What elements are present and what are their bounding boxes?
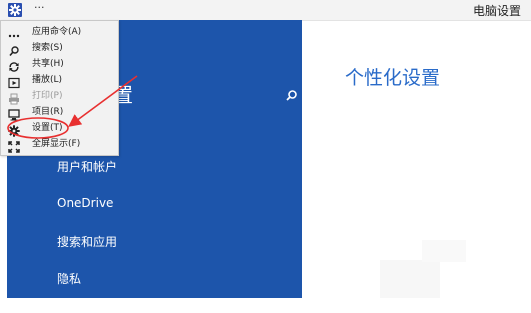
- menu-item-project[interactable]: 项目(R): [1, 104, 118, 121]
- share-icon: [8, 58, 20, 72]
- menu-item-app-commands[interactable]: 应用命令(A): [1, 24, 118, 40]
- menu-item-play[interactable]: 播放(L): [1, 72, 118, 89]
- app-commands-menu: 应用命令(A) 搜索(S) 共享(H) 播放(L) 打印(P) 项目(R) 设置…: [0, 20, 119, 156]
- page-heading: 个性化设置: [345, 67, 441, 89]
- fullscreen-icon: [8, 138, 20, 153]
- menu-item-label: 应用命令(A): [32, 27, 82, 37]
- nav-item-onedrive[interactable]: OneDrive: [57, 196, 113, 210]
- title-bar: ··· 电脑设置: [0, 0, 531, 21]
- menu-item-label: 设置(T): [32, 123, 63, 133]
- menu-item-share[interactable]: 共享(H): [1, 56, 118, 72]
- menu-item-label: 全屏显示(F): [32, 139, 81, 149]
- gear-icon: [8, 122, 20, 137]
- faded-content: [422, 240, 466, 262]
- window-title: 电脑设置: [472, 4, 521, 18]
- menu-item-search[interactable]: 搜索(S): [1, 40, 118, 57]
- search-icon: [8, 42, 20, 57]
- more-button[interactable]: ···: [34, 1, 45, 14]
- menu-item-print[interactable]: 打印(P): [1, 88, 118, 105]
- print-icon: [8, 90, 20, 105]
- nav-item-search-apps[interactable]: 搜索和应用: [57, 233, 117, 250]
- play-icon: [8, 74, 20, 89]
- menu-item-label: 共享(H): [32, 59, 64, 69]
- menu-item-label: 项目(R): [32, 107, 64, 117]
- menu-item-label: 打印(P): [32, 91, 63, 101]
- nav-item-privacy[interactable]: 隐私: [57, 270, 81, 287]
- project-icon: [8, 106, 20, 121]
- menu-item-fullscreen[interactable]: 全屏显示(F): [1, 136, 118, 153]
- nav-item-users-accounts[interactable]: 用户和帐户: [57, 158, 117, 175]
- more-icon: [8, 26, 20, 38]
- menu-item-label: 播放(L): [32, 75, 63, 85]
- menu-item-label: 搜索(S): [32, 43, 63, 53]
- gear-icon[interactable]: [8, 3, 22, 17]
- faded-content: [380, 260, 440, 298]
- menu-item-settings[interactable]: 设置(T): [1, 120, 118, 137]
- search-icon[interactable]: [283, 88, 299, 104]
